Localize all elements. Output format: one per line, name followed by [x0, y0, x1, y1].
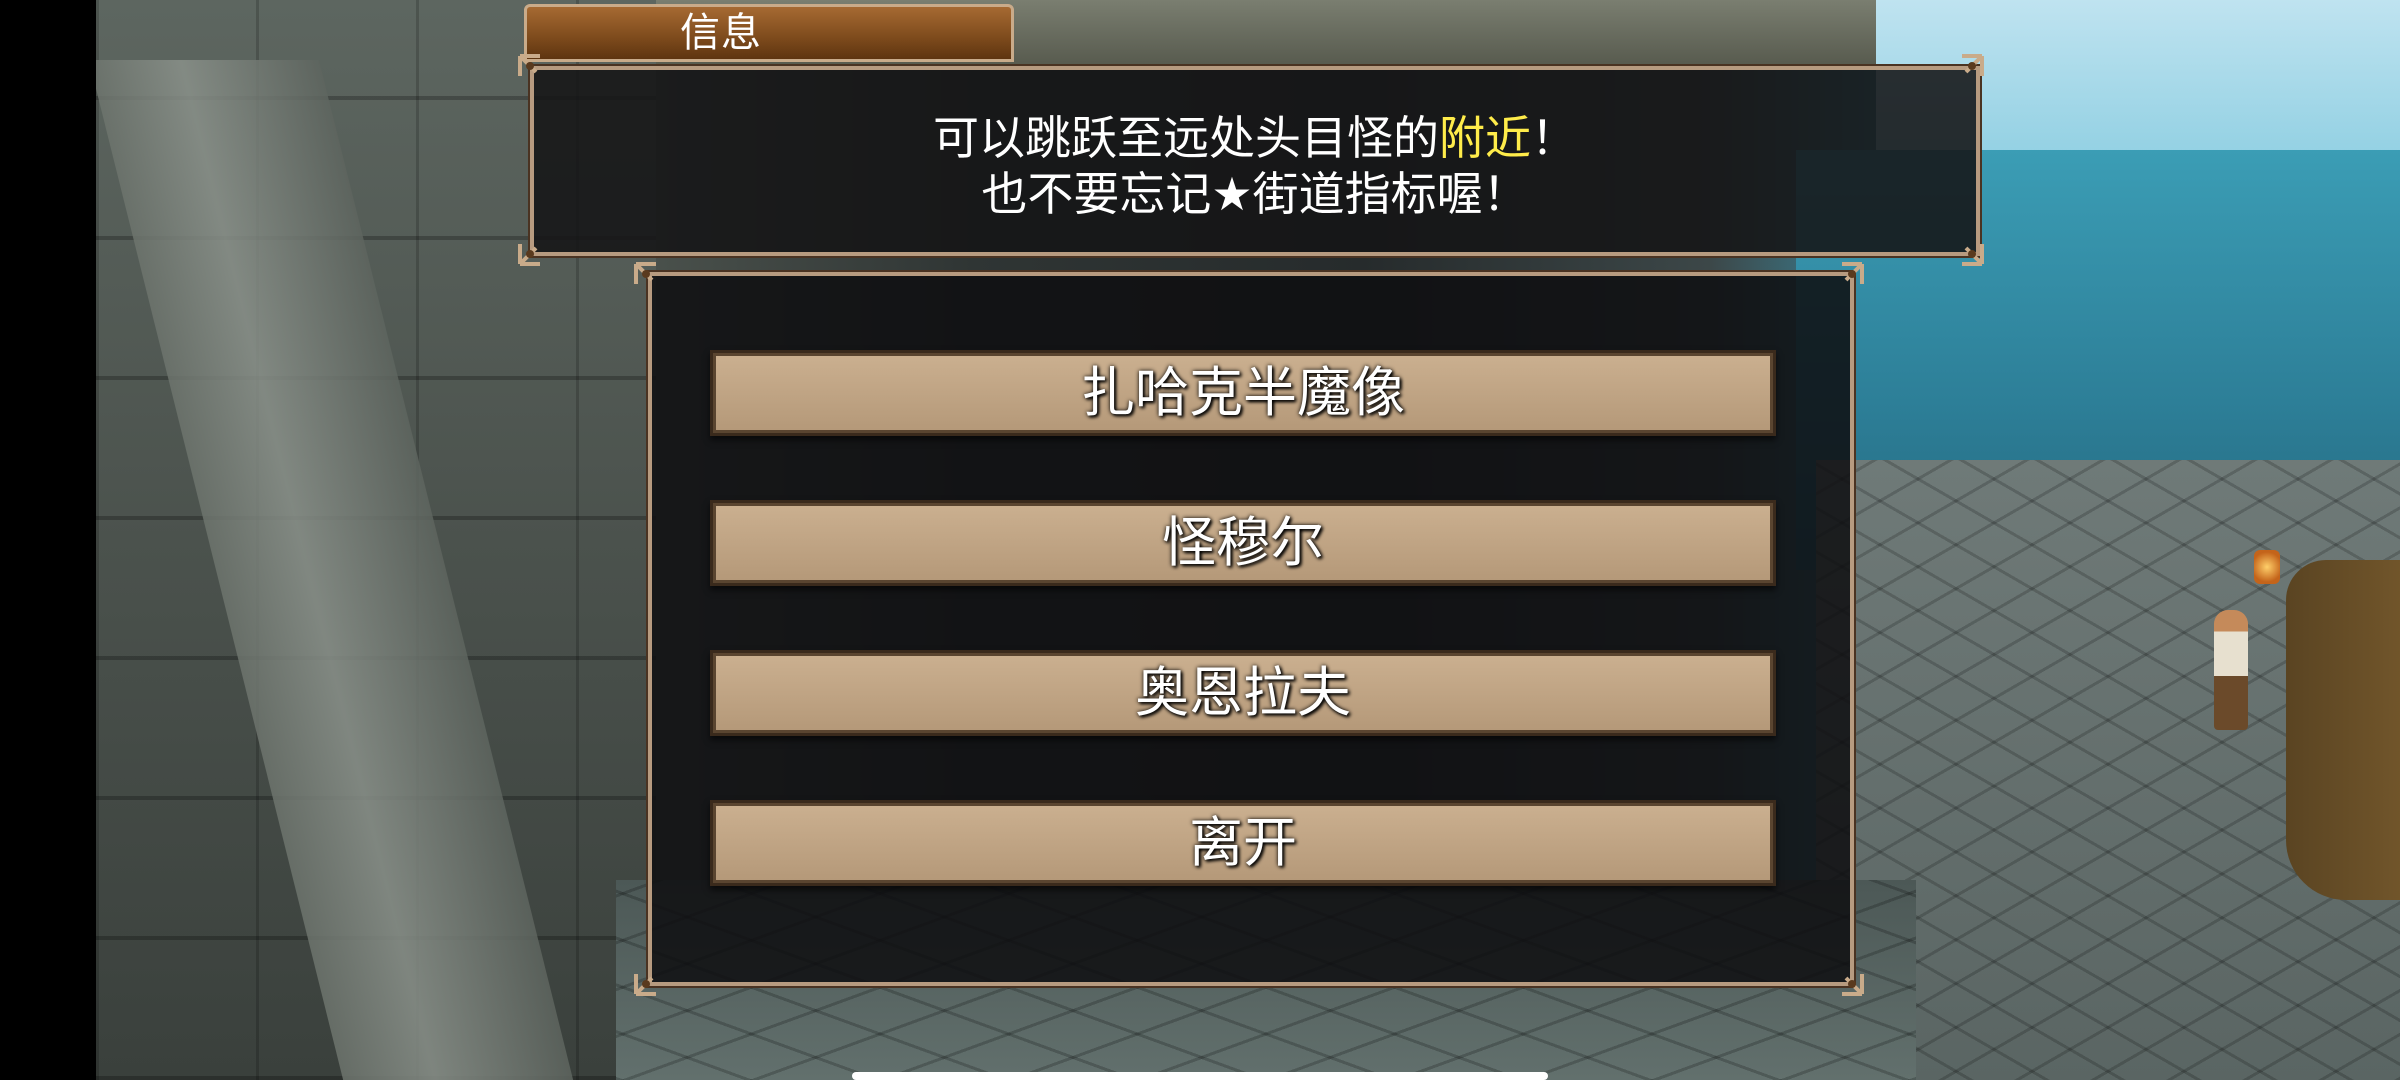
npc-character[interactable]	[2214, 610, 2248, 730]
choice-button-guaimuer[interactable]: 怪穆尔	[710, 500, 1776, 586]
leave-button[interactable]: 离开	[710, 800, 1776, 886]
dialog-title-tab	[524, 4, 1014, 62]
message-line-1: 可以跳跃至远处头目怪的附近！	[534, 110, 1976, 166]
choice-button-zahak[interactable]: 扎哈克半魔像	[710, 350, 1776, 436]
corner-ornament-icon	[632, 260, 676, 304]
message-highlight: 附近	[1439, 111, 1531, 165]
corner-ornament-icon	[632, 954, 676, 998]
corner-ornament-icon	[516, 52, 560, 96]
message-panel: 可以跳跃至远处头目怪的附近！ 也不要忘记★街道指标喔！	[528, 64, 1982, 258]
message-line-2: 也不要忘记★街道指标喔！	[981, 167, 1529, 221]
message-text: 可以跳跃至远处头目怪的	[933, 111, 1439, 165]
choice-button-aoenlafu[interactable]: 奥恩拉夫	[710, 650, 1776, 736]
lantern-icon	[2254, 550, 2280, 584]
corner-ornament-icon	[1942, 224, 1986, 268]
boat	[2286, 560, 2400, 900]
corner-ornament-icon	[1822, 954, 1866, 998]
message-text: ！	[1531, 111, 1577, 165]
dialog-title: 信息	[680, 10, 762, 56]
home-indicator[interactable]	[852, 1072, 1548, 1080]
corner-ornament-icon	[1822, 260, 1866, 304]
corner-ornament-icon	[516, 224, 560, 268]
corner-ornament-icon	[1942, 52, 1986, 96]
